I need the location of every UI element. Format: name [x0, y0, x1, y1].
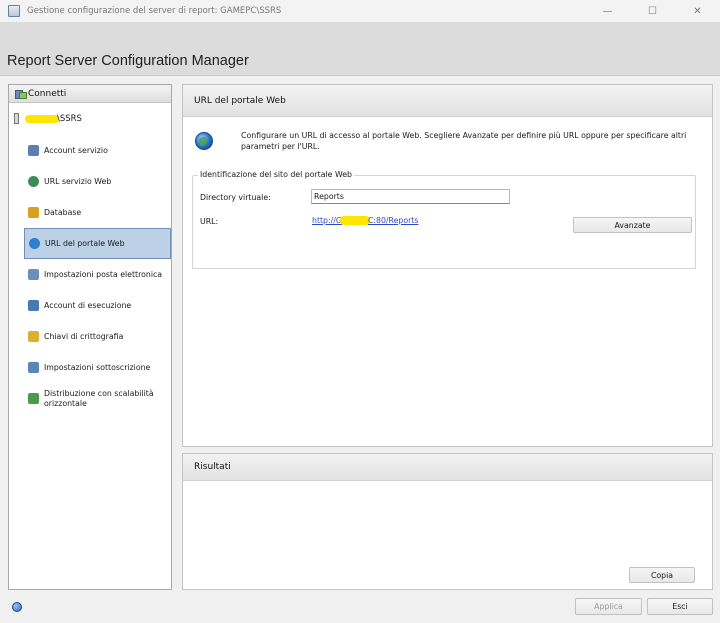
sidebar-item-label: URL del portale Web — [45, 238, 125, 248]
sidebar-item-label: Database — [44, 207, 82, 217]
virtual-directory-input[interactable] — [311, 189, 510, 204]
sidebar-item[interactable]: Account di esecuzione — [24, 290, 171, 321]
url-label: URL: — [200, 217, 219, 226]
sidebar-item-label: Account servizio — [44, 145, 108, 155]
url-prefix: http://G — [312, 216, 342, 225]
results-title: Risultati — [183, 454, 712, 481]
connect-icon — [15, 89, 27, 99]
execution-account-icon — [28, 300, 39, 311]
globe-icon — [195, 132, 213, 150]
email-settings-icon — [28, 269, 39, 280]
sidebar-item-label: Chiavi di crittografia — [44, 331, 124, 341]
advanced-button[interactable]: Avanzate — [573, 217, 692, 233]
app-title: Report Server Configuration Manager — [7, 53, 249, 69]
window-controls: — ☐ ✕ — [585, 0, 720, 22]
connect-button[interactable]: Connetti — [9, 85, 171, 103]
site-identification-group: Identificazione del sito del portale Web… — [192, 170, 696, 269]
server-name: \SSRS — [57, 113, 82, 124]
results-panel: Risultati Copia — [182, 453, 713, 590]
title-bar: Gestione configurazione del server di re… — [0, 0, 720, 22]
app-icon — [8, 5, 20, 17]
web-portal-url-panel: URL del portale Web Configurare un URL d… — [182, 84, 713, 447]
sidebar: Connetti \SSRS Account servizio URL servi… — [8, 84, 172, 590]
sidebar-item[interactable]: Database — [24, 197, 171, 228]
apply-button[interactable]: Applica — [575, 598, 642, 615]
section-description: Configurare un URL di accesso al portale… — [241, 131, 687, 151]
minimize-button[interactable]: — — [585, 0, 630, 22]
server-node: \SSRS — [14, 113, 82, 124]
window-title: Gestione configurazione del server di re… — [27, 6, 282, 16]
sidebar-item[interactable]: URL servizio Web — [24, 166, 171, 197]
database-icon — [28, 207, 39, 218]
redacted-text — [25, 114, 59, 123]
server-icon — [14, 113, 19, 124]
exit-button[interactable]: Esci — [647, 598, 713, 615]
copy-button[interactable]: Copia — [629, 567, 695, 583]
close-button[interactable]: ✕ — [675, 0, 720, 22]
web-portal-url-icon — [29, 238, 40, 249]
sidebar-item-label: Account di esecuzione — [44, 300, 132, 310]
sidebar-item-label: Impostazioni sottoscrizione — [44, 362, 151, 372]
sidebar-item-label: Distribuzione con scalabilità orizzontal… — [44, 388, 154, 408]
section-title: URL del portale Web — [183, 85, 712, 117]
group-title: Identificazione del sito del portale Web — [198, 170, 354, 179]
web-service-url-icon — [28, 176, 39, 187]
scale-out-icon — [28, 393, 39, 404]
sidebar-item[interactable]: Impostazioni sottoscrizione — [24, 352, 171, 383]
sidebar-item[interactable]: Impostazioni posta elettronica — [24, 259, 171, 290]
sidebar-item-label: Impostazioni posta elettronica — [44, 269, 163, 279]
redacted-text — [339, 216, 370, 225]
sidebar-item-label: URL servizio Web — [44, 176, 112, 186]
encryption-keys-icon — [28, 331, 39, 342]
app-header: Report Server Configuration Manager — [0, 22, 720, 76]
portal-url-link[interactable]: http://G C:80/Reports — [312, 216, 418, 225]
sidebar-item[interactable]: Chiavi di crittografia — [24, 321, 171, 352]
maximize-button[interactable]: ☐ — [630, 0, 675, 22]
subscription-settings-icon — [28, 362, 39, 373]
sidebar-item[interactable]: Account servizio — [24, 135, 171, 166]
connect-label: Connetti — [28, 88, 67, 99]
virtual-directory-label: Directory virtuale: — [200, 193, 271, 202]
sidebar-item[interactable]: Distribuzione con scalabilità orizzontal… — [24, 383, 171, 414]
sidebar-item[interactable]: URL del portale Web — [24, 228, 171, 259]
sidebar-nav: Account servizio URL servizio Web Database… — [24, 135, 171, 414]
service-account-icon — [28, 145, 39, 156]
help-icon[interactable] — [12, 602, 22, 612]
url-suffix: C:80/Reports — [367, 216, 419, 225]
